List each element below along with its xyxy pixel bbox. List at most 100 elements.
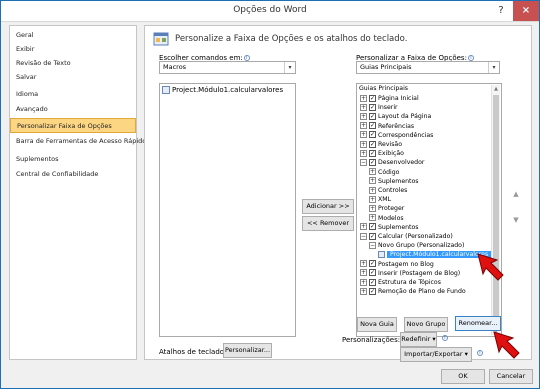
list-item[interactable]: Project.Módulo1.calcularvalores bbox=[162, 86, 283, 94]
tree-item[interactable]: + Suplementos bbox=[369, 177, 419, 186]
expand-icon[interactable]: + bbox=[369, 204, 376, 212]
scroll-up-icon[interactable]: ▲ bbox=[492, 86, 500, 92]
add-button[interactable]: Adicionar >> bbox=[302, 199, 354, 214]
expand-icon[interactable]: + bbox=[360, 122, 367, 130]
expand-icon[interactable]: + bbox=[360, 223, 367, 231]
sidebar-item-idioma[interactable]: Idioma bbox=[10, 87, 136, 102]
checkbox[interactable]: ✓ bbox=[369, 149, 376, 157]
move-down-button[interactable]: ▼ bbox=[509, 216, 523, 224]
ribbon-tree[interactable]: Guias Principais + ✓ Página Inicial + ✓ Inser… bbox=[356, 83, 502, 337]
sidebar-item-revisao-texto[interactable]: Revisão de Texto bbox=[10, 56, 136, 71]
cancel-button[interactable]: Cancelar bbox=[489, 369, 533, 384]
tree-item[interactable]: + ✓ Postagem no Blog bbox=[360, 260, 434, 269]
sidebar-item-suplementos[interactable]: Suplementos bbox=[10, 152, 136, 167]
tree-item[interactable]: + ✓ Layout da Página bbox=[360, 112, 431, 121]
tree-item[interactable]: + ✓ Suplementos bbox=[360, 223, 419, 232]
checkbox[interactable]: ✓ bbox=[369, 278, 376, 286]
tree-item-label: Modelos bbox=[378, 214, 404, 222]
tree-item-label: XML bbox=[378, 196, 392, 204]
sidebar-item-geral[interactable]: Geral bbox=[10, 28, 136, 43]
expand-icon[interactable]: + bbox=[369, 168, 376, 176]
checkbox[interactable]: ✓ bbox=[369, 94, 376, 102]
customize-ribbon-select[interactable]: Guias Principais ▾ bbox=[356, 61, 500, 74]
sidebar-item-avancado[interactable]: Avançado bbox=[10, 102, 136, 117]
tree-item[interactable]: + ✓ Estrutura de Tópicos bbox=[360, 278, 441, 287]
checkbox[interactable]: ✓ bbox=[369, 112, 376, 120]
tree-item[interactable]: + ✓ Exibição bbox=[360, 149, 404, 158]
checkbox[interactable]: ✓ bbox=[369, 122, 376, 130]
new-group-button[interactable]: Novo Grupo bbox=[404, 317, 448, 332]
expand-icon[interactable]: + bbox=[369, 214, 376, 222]
sidebar-item-personalizar-faixa[interactable]: Personalizar Faixa de Opções bbox=[10, 118, 136, 133]
expand-icon[interactable]: + bbox=[360, 112, 367, 120]
expand-icon[interactable]: + bbox=[360, 287, 367, 295]
help-button[interactable]: ? bbox=[491, 1, 511, 21]
move-up-button[interactable]: ▲ bbox=[509, 190, 523, 198]
tree-item[interactable]: + Código bbox=[369, 168, 399, 177]
tree-item-label: Revisão bbox=[378, 141, 403, 148]
expand-icon[interactable]: + bbox=[360, 260, 367, 268]
expand-icon[interactable]: + bbox=[360, 131, 367, 139]
collapse-icon[interactable]: − bbox=[360, 232, 367, 240]
tree-item[interactable]: + ✓ Inserir bbox=[360, 103, 398, 112]
tree-scrollbar[interactable]: ▲ ▼ bbox=[491, 85, 500, 335]
checkbox[interactable]: ✓ bbox=[369, 223, 376, 231]
checkbox[interactable]: ✓ bbox=[369, 269, 376, 277]
collapse-icon[interactable]: − bbox=[360, 158, 367, 166]
tree-item[interactable]: + ✓ Referências bbox=[360, 122, 414, 131]
tree-header: Guias Principais bbox=[359, 85, 409, 92]
tree-item[interactable]: − Novo Grupo (Personalizado) bbox=[369, 241, 464, 250]
tree-item[interactable]: + Controles bbox=[369, 186, 407, 195]
chevron-down-icon: ▾ bbox=[488, 62, 499, 73]
checkbox[interactable]: ✓ bbox=[369, 232, 376, 240]
expand-icon[interactable]: + bbox=[360, 278, 367, 286]
commands-list[interactable]: Project.Módulo1.calcularvalores bbox=[159, 83, 296, 337]
keyboard-shortcuts-label: Atalhos de teclado: bbox=[159, 348, 227, 356]
reset-button[interactable]: Redefinir ▾ bbox=[400, 332, 437, 347]
ok-button[interactable]: OK bbox=[441, 369, 485, 384]
checkbox[interactable]: ✓ bbox=[369, 103, 376, 111]
tree-item[interactable]: + Proteger bbox=[369, 204, 404, 213]
checkbox[interactable]: ✓ bbox=[369, 140, 376, 148]
tree-item[interactable]: + ✓ Revisão bbox=[360, 140, 402, 149]
expand-icon[interactable]: + bbox=[369, 186, 376, 194]
tree-item-label: Controles bbox=[378, 187, 408, 194]
tree-item[interactable]: + Modelos bbox=[369, 214, 404, 223]
expand-icon[interactable]: + bbox=[360, 94, 367, 102]
sidebar-item-exibir[interactable]: Exibir bbox=[10, 42, 136, 57]
tree-item[interactable]: + ✓ Correspondências bbox=[360, 131, 433, 140]
checkbox[interactable]: ✓ bbox=[369, 287, 376, 295]
tree-item-label: Remoção de Plano de Fundo bbox=[378, 288, 466, 296]
expand-icon[interactable]: + bbox=[369, 177, 376, 185]
ribbon-customize-icon bbox=[153, 32, 169, 46]
close-button[interactable]: × bbox=[513, 1, 539, 21]
expand-icon[interactable]: + bbox=[360, 149, 367, 157]
commands-from-select[interactable]: Macros ▾ bbox=[159, 61, 296, 74]
sidebar-item-barra-acesso-rapido[interactable]: Barra de Ferramentas de Acesso Rápido bbox=[10, 134, 146, 149]
tree-item[interactable]: + ✓ Inserir (Postagem de Blog) bbox=[360, 269, 460, 278]
new-tab-button[interactable]: Nova Guia bbox=[357, 317, 397, 332]
expand-icon[interactable]: + bbox=[360, 269, 367, 277]
expand-icon[interactable]: + bbox=[360, 103, 367, 111]
info-icon: i bbox=[442, 335, 448, 341]
customize-shortcuts-button[interactable]: Personalizar... bbox=[223, 343, 272, 358]
tree-item[interactable]: + ✓ Página Inicial bbox=[360, 94, 419, 103]
sidebar-item-salvar[interactable]: Salvar bbox=[10, 70, 136, 85]
expand-icon[interactable]: + bbox=[360, 140, 367, 148]
tree-item-label: Código bbox=[378, 168, 400, 176]
sidebar-item-central-confiabilidade[interactable]: Central de Confiabilidade bbox=[10, 167, 136, 182]
remove-button[interactable]: << Remover bbox=[302, 216, 354, 231]
tree-item[interactable]: − ✓ Calcular (Personalizado) bbox=[360, 232, 453, 241]
collapse-icon[interactable]: − bbox=[369, 241, 376, 249]
checkbox[interactable]: ✓ bbox=[369, 260, 376, 268]
tree-item-label: Referências bbox=[378, 122, 415, 130]
expand-icon[interactable]: + bbox=[369, 195, 376, 203]
import-export-button[interactable]: Importar/Exportar ▾ bbox=[400, 347, 472, 362]
tree-item[interactable]: − ✓ Desenvolvedor bbox=[360, 158, 424, 167]
checkbox[interactable]: ✓ bbox=[369, 131, 376, 139]
scroll-thumb[interactable] bbox=[493, 95, 499, 323]
main-panel: Personalize a Faixa de Opções e os atalh… bbox=[144, 25, 532, 362]
tree-item[interactable]: + XML bbox=[369, 195, 391, 204]
checkbox[interactable]: ✓ bbox=[369, 158, 376, 166]
tree-item[interactable]: + ✓ Remoção de Plano de Fundo bbox=[360, 287, 466, 296]
